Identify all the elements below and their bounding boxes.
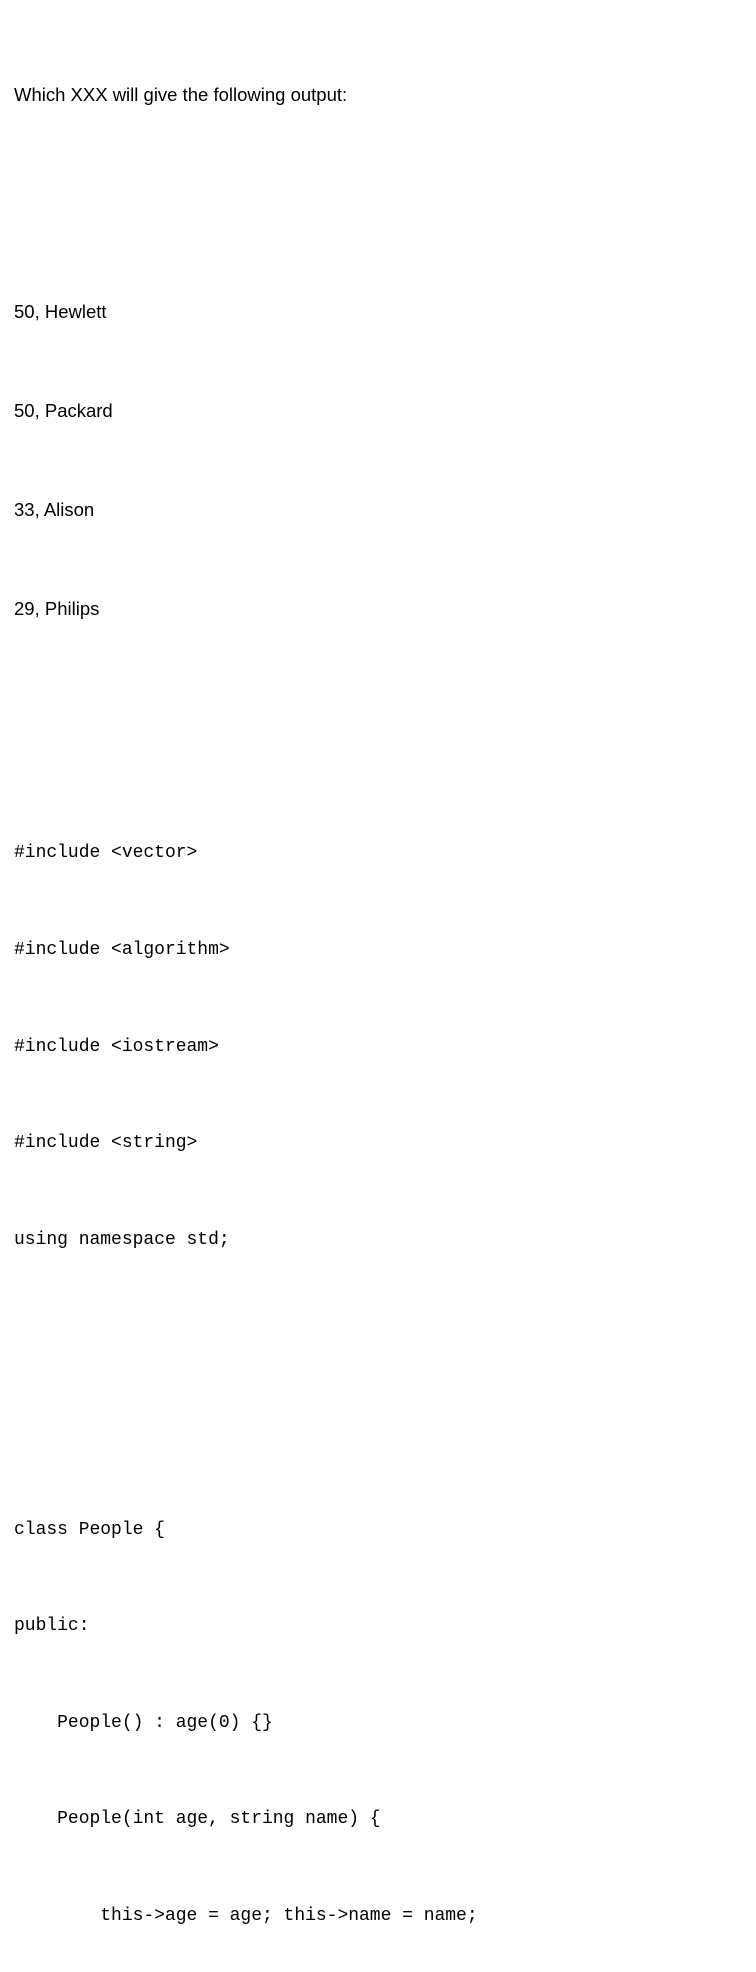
question-prompt: Which XXX will give the following output… bbox=[14, 84, 348, 105]
code-block: #include <vector> #include <algorithm> #… bbox=[14, 773, 756, 1972]
code-line: People(int age, string name) { bbox=[14, 1809, 381, 1830]
code-line: #include <algorithm> bbox=[14, 940, 230, 961]
code-line: this->age = age; this->name = name; bbox=[14, 1906, 478, 1927]
code-line: #include <vector> bbox=[14, 843, 198, 864]
code-line-blank bbox=[14, 1320, 756, 1352]
expected-output-block: 50, Hewlett 50, Packard 33, Alison 29, P… bbox=[14, 229, 756, 691]
code-line: class People { bbox=[14, 1519, 165, 1540]
output-line: 29, Philips bbox=[14, 598, 100, 619]
code-line: People() : age(0) {} bbox=[14, 1712, 273, 1733]
code-line: public: bbox=[14, 1616, 90, 1637]
code-line-blank bbox=[14, 1417, 756, 1449]
output-line: 50, Packard bbox=[14, 400, 113, 421]
document-page: Which XXX will give the following output… bbox=[0, 0, 756, 1926]
output-line: 33, Alison bbox=[14, 499, 95, 520]
output-line: 50, Hewlett bbox=[14, 301, 107, 322]
code-line: using namespace std; bbox=[14, 1229, 230, 1250]
code-line: #include <iostream> bbox=[14, 1036, 219, 1057]
prose-section: Which XXX will give the following output… bbox=[14, 12, 756, 757]
code-line: #include <string> bbox=[14, 1133, 198, 1154]
